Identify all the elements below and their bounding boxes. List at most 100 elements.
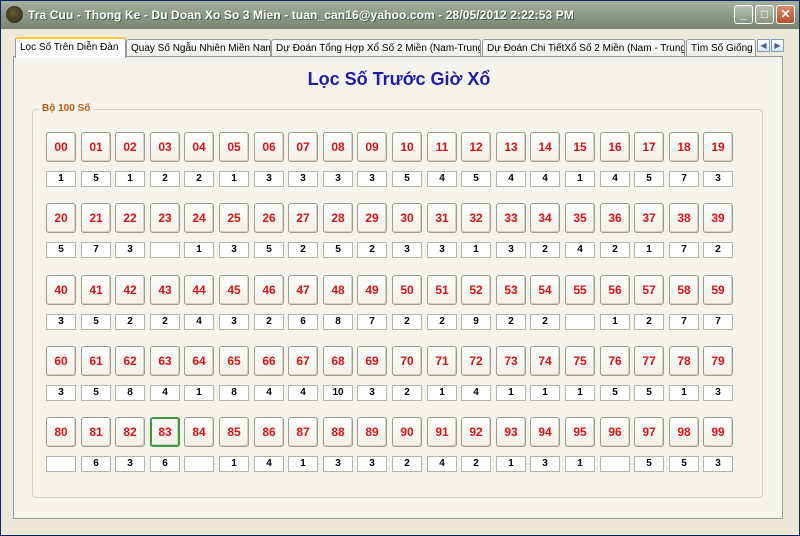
count-field-11[interactable]: 4	[427, 171, 457, 187]
number-button-29[interactable]: 29	[357, 203, 387, 233]
number-button-45[interactable]: 45	[219, 275, 249, 305]
count-field-71[interactable]: 1	[427, 385, 457, 401]
number-button-11[interactable]: 11	[427, 132, 457, 162]
tab-scroll-left-icon[interactable]: ◀	[757, 39, 770, 52]
count-field-92[interactable]: 2	[461, 456, 491, 472]
number-button-02[interactable]: 02	[115, 132, 145, 162]
number-button-60[interactable]: 60	[46, 346, 76, 376]
tab-scroll-right-icon[interactable]: ▶	[771, 39, 784, 52]
count-field-43[interactable]: 2	[150, 314, 180, 330]
count-field-81[interactable]: 6	[81, 456, 111, 472]
count-field-42[interactable]: 2	[115, 314, 145, 330]
count-field-10[interactable]: 5	[392, 171, 422, 187]
number-button-83[interactable]: 83	[150, 417, 180, 447]
count-field-22[interactable]: 3	[115, 242, 145, 258]
number-button-46[interactable]: 46	[254, 275, 284, 305]
count-field-76[interactable]: 5	[600, 385, 630, 401]
number-button-37[interactable]: 37	[634, 203, 664, 233]
count-field-57[interactable]: 2	[634, 314, 664, 330]
count-field-46[interactable]: 2	[254, 314, 284, 330]
number-button-88[interactable]: 88	[323, 417, 353, 447]
count-field-30[interactable]: 3	[392, 242, 422, 258]
number-button-82[interactable]: 82	[115, 417, 145, 447]
number-button-28[interactable]: 28	[323, 203, 353, 233]
count-field-08[interactable]: 3	[323, 171, 353, 187]
number-button-65[interactable]: 65	[219, 346, 249, 376]
count-field-34[interactable]: 2	[530, 242, 560, 258]
number-button-73[interactable]: 73	[496, 346, 526, 376]
count-field-53[interactable]: 2	[496, 314, 526, 330]
number-button-93[interactable]: 93	[496, 417, 526, 447]
number-button-76[interactable]: 76	[600, 346, 630, 376]
number-button-48[interactable]: 48	[323, 275, 353, 305]
count-field-95[interactable]: 1	[565, 456, 595, 472]
count-field-18[interactable]: 7	[669, 171, 699, 187]
number-button-24[interactable]: 24	[184, 203, 214, 233]
number-button-69[interactable]: 69	[357, 346, 387, 376]
count-field-91[interactable]: 4	[427, 456, 457, 472]
count-field-82[interactable]: 3	[115, 456, 145, 472]
count-field-62[interactable]: 8	[115, 385, 145, 401]
count-field-24[interactable]: 1	[184, 242, 214, 258]
count-field-99[interactable]: 3	[703, 456, 733, 472]
number-button-68[interactable]: 68	[323, 346, 353, 376]
minimize-button[interactable]: _	[734, 5, 753, 24]
count-field-14[interactable]: 4	[530, 171, 560, 187]
number-button-01[interactable]: 01	[81, 132, 111, 162]
number-button-43[interactable]: 43	[150, 275, 180, 305]
count-field-97[interactable]: 5	[634, 456, 664, 472]
count-field-45[interactable]: 3	[219, 314, 249, 330]
number-button-55[interactable]: 55	[565, 275, 595, 305]
number-button-40[interactable]: 40	[46, 275, 76, 305]
number-button-21[interactable]: 21	[81, 203, 111, 233]
count-field-03[interactable]: 2	[150, 171, 180, 187]
count-field-77[interactable]: 5	[634, 385, 664, 401]
count-field-69[interactable]: 3	[357, 385, 387, 401]
count-field-41[interactable]: 5	[81, 314, 111, 330]
number-button-03[interactable]: 03	[150, 132, 180, 162]
tab-tim-so-giong[interactable]: Tìm Số Giống	[686, 39, 756, 57]
count-field-50[interactable]: 2	[392, 314, 422, 330]
number-button-49[interactable]: 49	[357, 275, 387, 305]
number-button-94[interactable]: 94	[530, 417, 560, 447]
number-button-30[interactable]: 30	[392, 203, 422, 233]
count-field-64[interactable]: 1	[184, 385, 214, 401]
number-button-75[interactable]: 75	[565, 346, 595, 376]
count-field-35[interactable]: 4	[565, 242, 595, 258]
count-field-01[interactable]: 5	[81, 171, 111, 187]
tab-loc-so-dien-dan[interactable]: Lọc Số Trên Diễn Đàn	[15, 37, 126, 58]
number-button-77[interactable]: 77	[634, 346, 664, 376]
number-button-87[interactable]: 87	[288, 417, 318, 447]
number-button-14[interactable]: 14	[530, 132, 560, 162]
number-button-10[interactable]: 10	[392, 132, 422, 162]
count-field-88[interactable]: 3	[323, 456, 353, 472]
number-button-27[interactable]: 27	[288, 203, 318, 233]
number-button-22[interactable]: 22	[115, 203, 145, 233]
number-button-97[interactable]: 97	[634, 417, 664, 447]
count-field-06[interactable]: 3	[254, 171, 284, 187]
number-button-91[interactable]: 91	[427, 417, 457, 447]
count-field-07[interactable]: 3	[288, 171, 318, 187]
number-button-74[interactable]: 74	[530, 346, 560, 376]
number-button-20[interactable]: 20	[46, 203, 76, 233]
count-field-72[interactable]: 4	[461, 385, 491, 401]
number-button-16[interactable]: 16	[600, 132, 630, 162]
number-button-96[interactable]: 96	[600, 417, 630, 447]
count-field-74[interactable]: 1	[530, 385, 560, 401]
title-bar[interactable]: Tra Cuu - Thong Ke - Du Doan Xo So 3 Mie…	[1, 1, 799, 29]
number-button-15[interactable]: 15	[565, 132, 595, 162]
number-button-78[interactable]: 78	[669, 346, 699, 376]
count-field-13[interactable]: 4	[496, 171, 526, 187]
number-button-17[interactable]: 17	[634, 132, 664, 162]
number-button-54[interactable]: 54	[530, 275, 560, 305]
number-button-99[interactable]: 99	[703, 417, 733, 447]
count-field-40[interactable]: 3	[46, 314, 76, 330]
count-field-17[interactable]: 5	[634, 171, 664, 187]
number-button-34[interactable]: 34	[530, 203, 560, 233]
close-button[interactable]: ✕	[776, 5, 795, 24]
count-field-63[interactable]: 4	[150, 385, 180, 401]
number-button-44[interactable]: 44	[184, 275, 214, 305]
number-button-58[interactable]: 58	[669, 275, 699, 305]
number-button-84[interactable]: 84	[184, 417, 214, 447]
number-button-53[interactable]: 53	[496, 275, 526, 305]
